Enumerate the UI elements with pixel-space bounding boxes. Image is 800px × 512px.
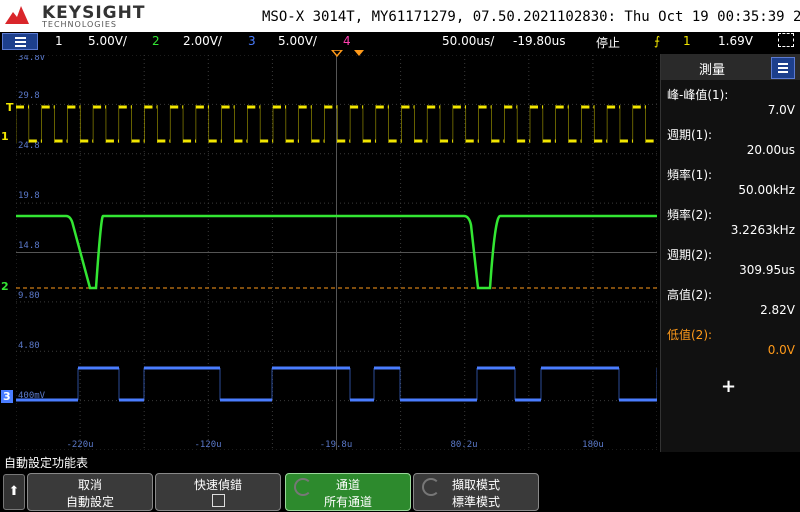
panel-title: 測量 <box>699 63 726 78</box>
ch2-number[interactable]: 2 <box>152 34 160 48</box>
measurement-label: 週期(1): <box>667 128 713 142</box>
measurement-label: 峰-峰值(1): <box>667 88 729 102</box>
y-grid-label: 4.80 <box>18 341 40 351</box>
ch4-number[interactable]: 4 <box>343 34 351 48</box>
trigger-level-marker[interactable]: T <box>6 101 14 114</box>
measurement-label: 週期(2): <box>667 248 713 262</box>
keysight-logo-icon <box>5 6 29 24</box>
measurement-item[interactable]: 週期(2): 309.95us <box>667 246 795 277</box>
instrument-info: MSO-X 3014T, MY61171279, 07.50.202110283… <box>262 9 800 25</box>
measurement-item[interactable]: 低值(2): 0.0V <box>667 326 795 357</box>
trigger-source[interactable]: 1 <box>683 34 691 48</box>
run-state[interactable]: 停止 <box>596 34 620 51</box>
timebase-scale[interactable]: 50.00us/ <box>442 34 494 48</box>
panel-header: 測量 <box>661 54 800 80</box>
softkey-label: 快速偵錯 <box>193 478 242 492</box>
cancel-autoscale-button[interactable]: 取消 自動設定 <box>27 473 153 511</box>
measurement-value: 0.0V <box>767 343 795 357</box>
trigger-level[interactable]: 1.69V <box>718 34 753 48</box>
measurement-value: 2.82V <box>760 303 795 317</box>
panel-menu-button[interactable] <box>771 57 795 79</box>
ch1-scale[interactable]: 5.00V/ <box>88 34 127 48</box>
measurement-value: 50.00kHz <box>738 183 795 197</box>
x-grid-label: -19.8u <box>320 440 353 450</box>
trigger-edge-icon: ⨍ <box>654 34 661 48</box>
softkey-value: 自動設定 <box>65 495 114 509</box>
x-grid-label: 80.2u <box>450 440 477 450</box>
status-bar: 1 5.00V/ 2 2.00V/ 3 5.00V/ 4 50.00us/ -1… <box>0 32 800 50</box>
measurement-item[interactable]: 高值(2): 2.82V <box>667 286 795 317</box>
ch2-scale[interactable]: 2.00V/ <box>183 34 222 48</box>
softkey-label: 通道 <box>335 478 360 492</box>
up-arrow-icon[interactable]: ⬆ <box>3 474 25 510</box>
measurement-value: 20.00us <box>746 143 795 157</box>
ch3-scale[interactable]: 5.00V/ <box>278 34 317 48</box>
measurement-value: 3.2263kHz <box>730 223 795 237</box>
waveform-display[interactable]: 34.8V 29.8 24.8 19.8 14.8 9.80 4.80 400mV -220u -… <box>15 53 659 451</box>
main-menu-button[interactable] <box>2 33 38 50</box>
y-grid-label: 14.8 <box>18 241 40 251</box>
add-measurement-button[interactable]: + <box>721 376 736 397</box>
waveform-grid: 34.8V29.824.819.814.89.804.80400mV-220u -… <box>15 53 659 451</box>
measurement-value: 309.95us <box>739 263 795 277</box>
x-grid-label: 180u <box>582 440 604 450</box>
measurement-item[interactable]: 峰-峰值(1): 7.0V <box>667 86 795 117</box>
y-grid-label: 19.8 <box>18 191 40 201</box>
ch1-edges <box>15 105 646 143</box>
ch1-number[interactable]: 1 <box>55 34 63 48</box>
cursor-icon[interactable] <box>778 33 794 47</box>
trigger-position-marker[interactable] <box>330 50 370 58</box>
softkey-value: 標準模式 <box>451 495 500 509</box>
measurement-label: 低值(2): <box>667 328 713 342</box>
acquire-mode-button[interactable]: 擷取模式 標準模式 <box>413 473 539 511</box>
softkey-value: 所有通道 <box>323 495 372 509</box>
softkey-label: 擷取模式 <box>451 478 500 492</box>
measurement-item[interactable]: 頻率(1): 50.00kHz <box>667 166 795 197</box>
y-grid-label: 9.80 <box>18 291 40 301</box>
ch3-ground-marker[interactable]: 3 <box>1 390 13 403</box>
channels-button[interactable]: 通道 所有通道 <box>285 473 411 511</box>
ch3-edges <box>77 368 658 400</box>
measurement-label: 頻率(2): <box>667 208 713 222</box>
ch2-ground-marker[interactable]: 2 <box>1 280 9 293</box>
ch1-ground-marker[interactable]: 1 <box>1 130 9 143</box>
measurement-item[interactable]: 週期(1): 20.00us <box>667 126 795 157</box>
brand-sub: TECHNOLOGIES <box>42 20 117 29</box>
menu-title: 自動設定功能表 <box>4 456 89 470</box>
timebase-delay[interactable]: -19.80us <box>513 34 566 48</box>
ch3-number[interactable]: 3 <box>248 34 256 48</box>
fast-debug-checkbox[interactable] <box>212 494 225 507</box>
measurement-panel: 測量 峰-峰值(1): 7.0V 週期(1): 20.00us 頻率(1): 50.00k… <box>660 54 800 452</box>
title-bar: KEYSIGHT TECHNOLOGIES MSO-X 3014T, MY611… <box>0 0 800 32</box>
x-grid-label: -220u <box>66 440 93 450</box>
measurement-value: 7.0V <box>767 103 795 117</box>
measurement-label: 頻率(1): <box>667 168 713 182</box>
measurement-label: 高值(2): <box>667 288 713 302</box>
fast-debug-button[interactable]: 快速偵錯 <box>155 473 281 511</box>
y-grid-label: 34.8V <box>18 55 46 63</box>
x-grid-label: -120u <box>194 440 221 450</box>
y-grid-label: 29.8 <box>18 91 40 101</box>
measurement-item[interactable]: 頻率(2): 3.2263kHz <box>667 206 795 237</box>
softkey-label: 取消 <box>77 478 102 492</box>
